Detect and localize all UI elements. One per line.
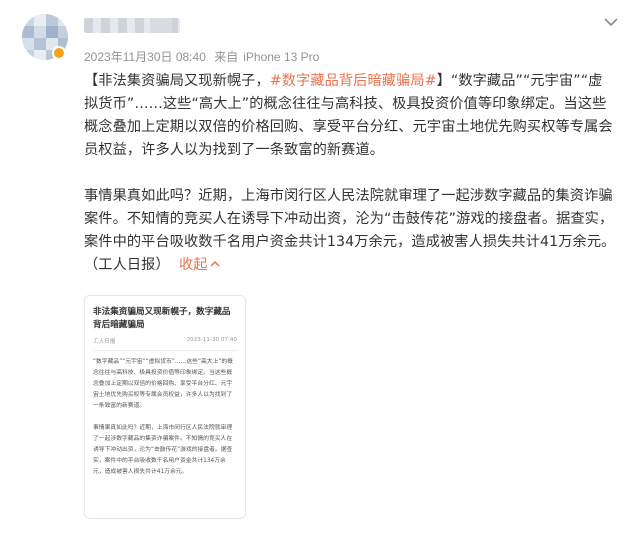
- card-paragraph-1: “数字藏品”“元宇宙”“虚拟货币”……这些“高大上”的概念往往与高科技、极具投资…: [93, 359, 233, 409]
- post-body-text-2: 事情果真如此吗？近期，上海市闵行区人民法院就审理了一起涉数字藏品的集资诈骗案件。…: [84, 188, 616, 273]
- bracket-open: 【: [84, 73, 99, 89]
- article-preview-card[interactable]: 非法集资骗局又现新幌子，数字藏品背后暗藏骗局 工人日报 2023-11-30 0…: [84, 295, 246, 519]
- post-text: 【非法集资骗局又现新幌子，#数字藏品背后暗藏骗局#】“数字藏品”“元宇宙”“虚拟…: [84, 70, 616, 300]
- chevron-down-icon[interactable]: [601, 12, 621, 32]
- collapse-label: 收起: [178, 257, 208, 273]
- card-date: 2023-11-30 07:40: [186, 337, 237, 343]
- username-blurred-tail: [150, 18, 172, 33]
- post-timestamp[interactable]: 2023年11月30日 08:40: [84, 50, 206, 64]
- collapse-link[interactable]: 收起: [179, 257, 220, 273]
- chevron-up-icon: [210, 260, 220, 267]
- card-body: “数字藏品”“元宇宙”“虚拟货币”……这些“高大上”的概念往往与高科技、极具投资…: [85, 351, 245, 478]
- post-meta: 2023年11月30日 08:40 来自 iPhone 13 Pro: [84, 48, 324, 65]
- post-paragraph-1: 【非法集资骗局又现新幌子，#数字藏品背后暗藏骗局#】“数字藏品”“元宇宙”“虚拟…: [84, 70, 616, 162]
- card-paragraph-2: 事情果真如此吗？近期，上海市闵行区人民法院就审理了一起涉数字藏品的集资诈骗案件。…: [93, 425, 233, 475]
- verified-badge-icon: [52, 46, 66, 60]
- post-source-device: iPhone 13 Pro: [243, 50, 320, 64]
- card-title: 非法集资骗局又现新幌子，数字藏品背后暗藏骗局: [93, 307, 231, 330]
- card-source-row: 工人日报 2023-11-30 07:40: [85, 332, 245, 345]
- post-source-prefix: 来自: [214, 50, 239, 64]
- card-source: 工人日报: [93, 339, 116, 345]
- post-paragraph-2: 事情果真如此吗？近期，上海市闵行区人民法院就审理了一起涉数字藏品的集资诈骗案件。…: [84, 185, 616, 277]
- hashtag-link[interactable]: #数字藏品背后暗藏骗局#: [270, 73, 437, 89]
- post-title-text: 非法集资骗局又现新幌子，: [98, 73, 270, 89]
